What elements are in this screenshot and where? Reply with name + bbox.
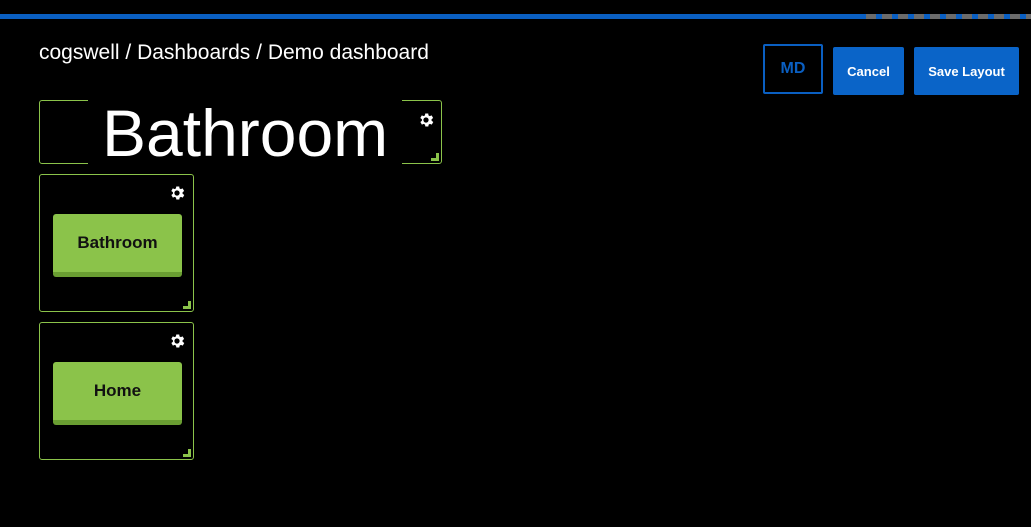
breadcrumb-separator: / bbox=[250, 41, 268, 64]
breadcrumb-dashboards[interactable]: Dashboards bbox=[137, 41, 250, 64]
dashboard-editor: cogswell / Dashboards / Demo dashboard M… bbox=[0, 0, 1031, 527]
breadcrumb-separator: / bbox=[119, 41, 138, 64]
title-widget[interactable]: Bathroom bbox=[39, 97, 442, 169]
home-button[interactable]: Home bbox=[53, 362, 182, 425]
bathroom-button[interactable]: Bathroom bbox=[53, 214, 182, 277]
gear-icon[interactable] bbox=[168, 184, 186, 202]
resize-handle-icon[interactable] bbox=[183, 301, 191, 309]
gear-icon[interactable] bbox=[168, 332, 186, 350]
cancel-button[interactable]: Cancel bbox=[833, 47, 904, 95]
layout-size-button[interactable]: MD bbox=[763, 44, 823, 94]
top-progress-bar bbox=[0, 14, 1031, 19]
button-widget[interactable]: Home bbox=[39, 322, 194, 460]
breadcrumb-org[interactable]: cogswell bbox=[39, 41, 120, 64]
resize-handle-icon[interactable] bbox=[431, 153, 439, 161]
save-layout-button[interactable]: Save Layout bbox=[914, 47, 1019, 95]
progress-indicator bbox=[866, 14, 1031, 19]
resize-handle-icon[interactable] bbox=[183, 449, 191, 457]
breadcrumb-current-dashboard: Demo dashboard bbox=[267, 41, 429, 64]
gear-icon[interactable] bbox=[417, 111, 435, 129]
button-widget[interactable]: Bathroom bbox=[39, 174, 194, 312]
widget-title-text: Bathroom bbox=[88, 97, 403, 169]
breadcrumb: cogswell / Dashboards / Demo dashboard bbox=[39, 41, 429, 65]
